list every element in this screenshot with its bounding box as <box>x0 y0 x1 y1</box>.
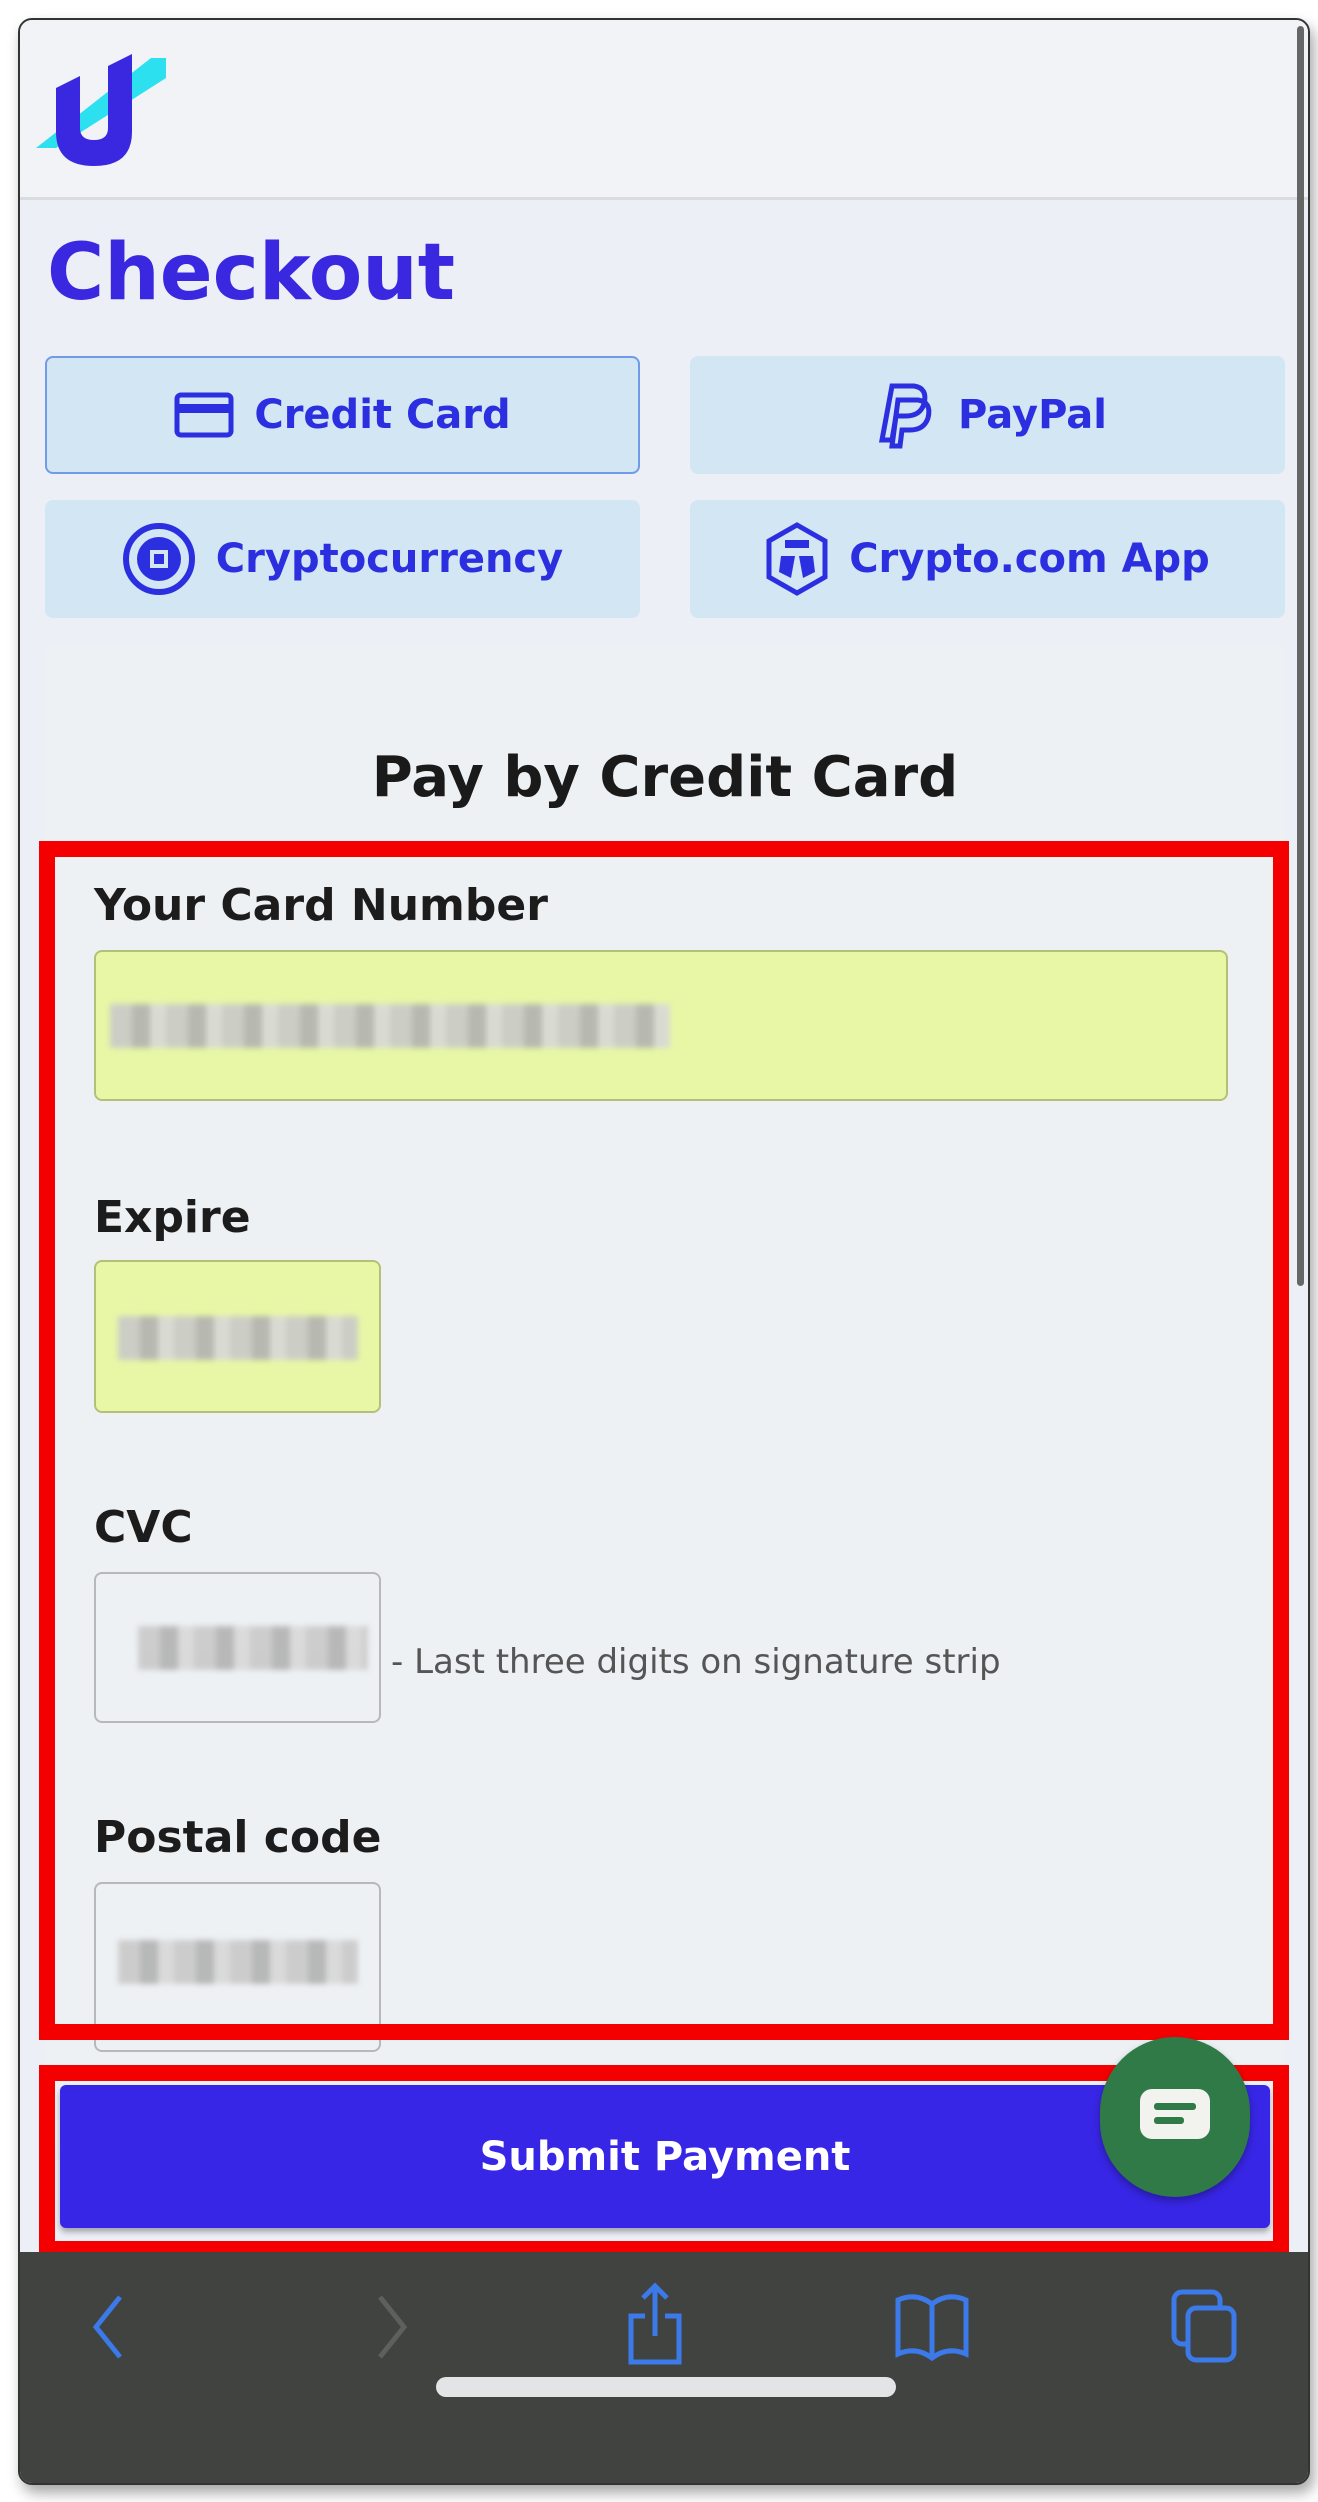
paypal-icon <box>878 383 932 449</box>
site-header <box>20 20 1308 200</box>
tab-credit-card[interactable]: Credit Card <box>45 356 640 474</box>
credit-card-icon <box>174 392 234 438</box>
scrollbar[interactable] <box>1297 26 1304 1286</box>
forward-icon[interactable] <box>372 2292 412 2362</box>
tab-paypal[interactable]: PayPal <box>690 356 1285 474</box>
bookmarks-icon[interactable] <box>894 2292 970 2362</box>
phone-screen: Checkout Credit Card PayPal Cryptocurren… <box>18 18 1310 2485</box>
crypto-coin-icon <box>122 523 195 595</box>
browser-toolbar <box>20 2252 1308 2483</box>
highlight-form-fields <box>39 841 1289 2040</box>
crypto-com-icon <box>766 522 828 596</box>
page-title: Checkout <box>47 228 456 318</box>
home-indicator[interactable] <box>436 2377 896 2397</box>
brand-logo[interactable] <box>36 48 176 168</box>
tab-crypto-com-app[interactable]: Crypto.com App <box>690 500 1285 618</box>
tab-label: PayPal <box>957 392 1108 438</box>
tab-label: Credit Card <box>254 392 511 438</box>
tab-label: Cryptocurrency <box>215 536 564 582</box>
back-icon[interactable] <box>88 2292 128 2362</box>
chat-button[interactable] <box>1100 2037 1250 2197</box>
tabs-icon[interactable] <box>1170 2288 1240 2364</box>
chat-icon <box>1140 2089 1210 2139</box>
form-title: Pay by Credit Card <box>371 745 959 810</box>
share-icon[interactable] <box>625 2282 685 2367</box>
tab-label: Crypto.com App <box>849 536 1210 582</box>
tab-cryptocurrency[interactable]: Cryptocurrency <box>45 500 640 618</box>
